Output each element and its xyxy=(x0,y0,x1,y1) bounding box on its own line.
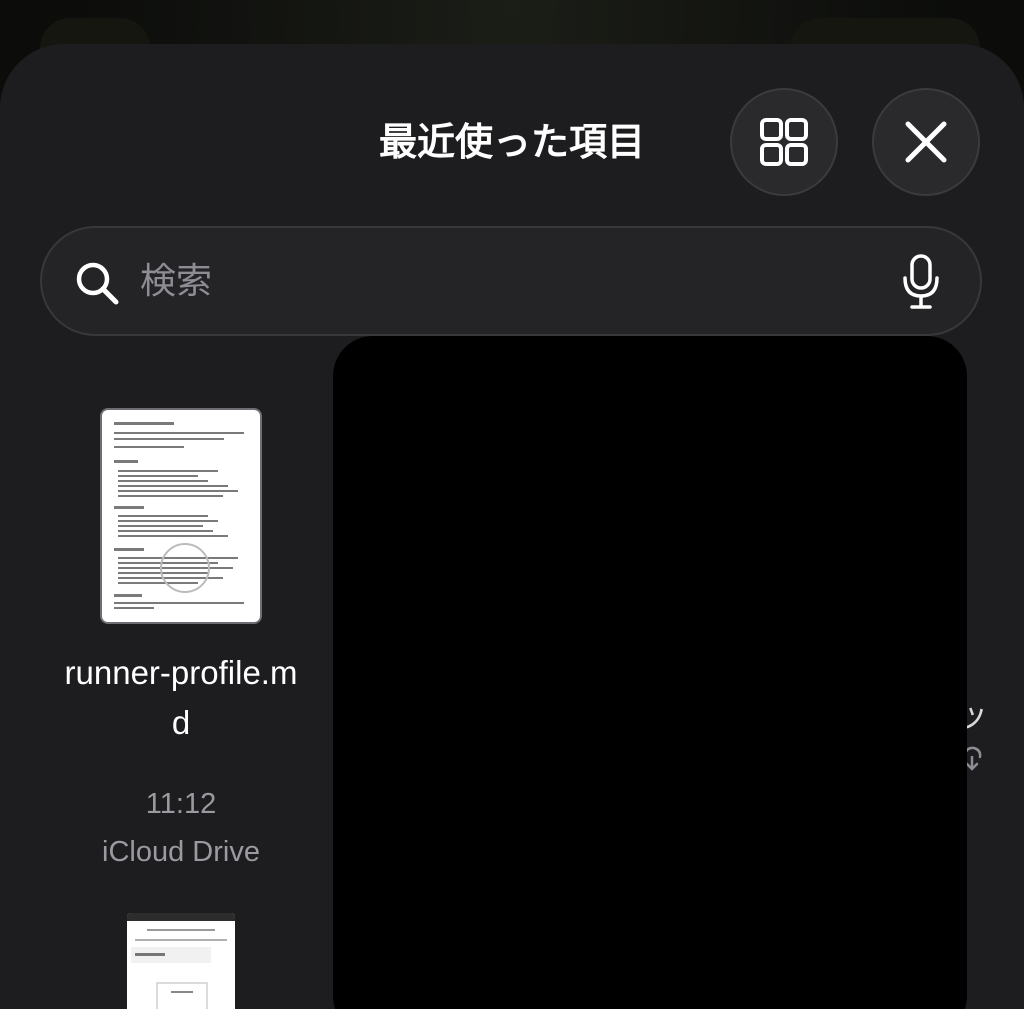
file-thumbnail[interactable] xyxy=(127,913,235,1009)
file-modified-time: 11:12 xyxy=(145,788,217,820)
grid-view-icon xyxy=(760,118,808,166)
search-bar[interactable] xyxy=(40,226,982,336)
grid-view-button[interactable] xyxy=(730,88,838,196)
file-location: iCloud Drive xyxy=(102,836,260,868)
document-preview xyxy=(114,422,244,609)
sheet-title: 最近使った項目 xyxy=(378,120,645,164)
microphone-icon[interactable] xyxy=(898,252,944,312)
search-icon xyxy=(76,262,119,305)
search-input[interactable] xyxy=(140,250,880,312)
file-thumbnail xyxy=(102,410,260,622)
file-name: runner-profile.md xyxy=(64,654,298,741)
redacted-overlay xyxy=(333,336,967,1009)
file-tile[interactable]: runner-profile.md 11:12 iCloud Drive xyxy=(60,410,302,868)
close-button[interactable] xyxy=(872,88,980,196)
recents-sheet: 最近使った項目 検索 runner-profile.md 11:12 iClou… xyxy=(0,44,1024,1009)
document-preview xyxy=(127,913,235,1009)
close-icon xyxy=(905,121,947,163)
